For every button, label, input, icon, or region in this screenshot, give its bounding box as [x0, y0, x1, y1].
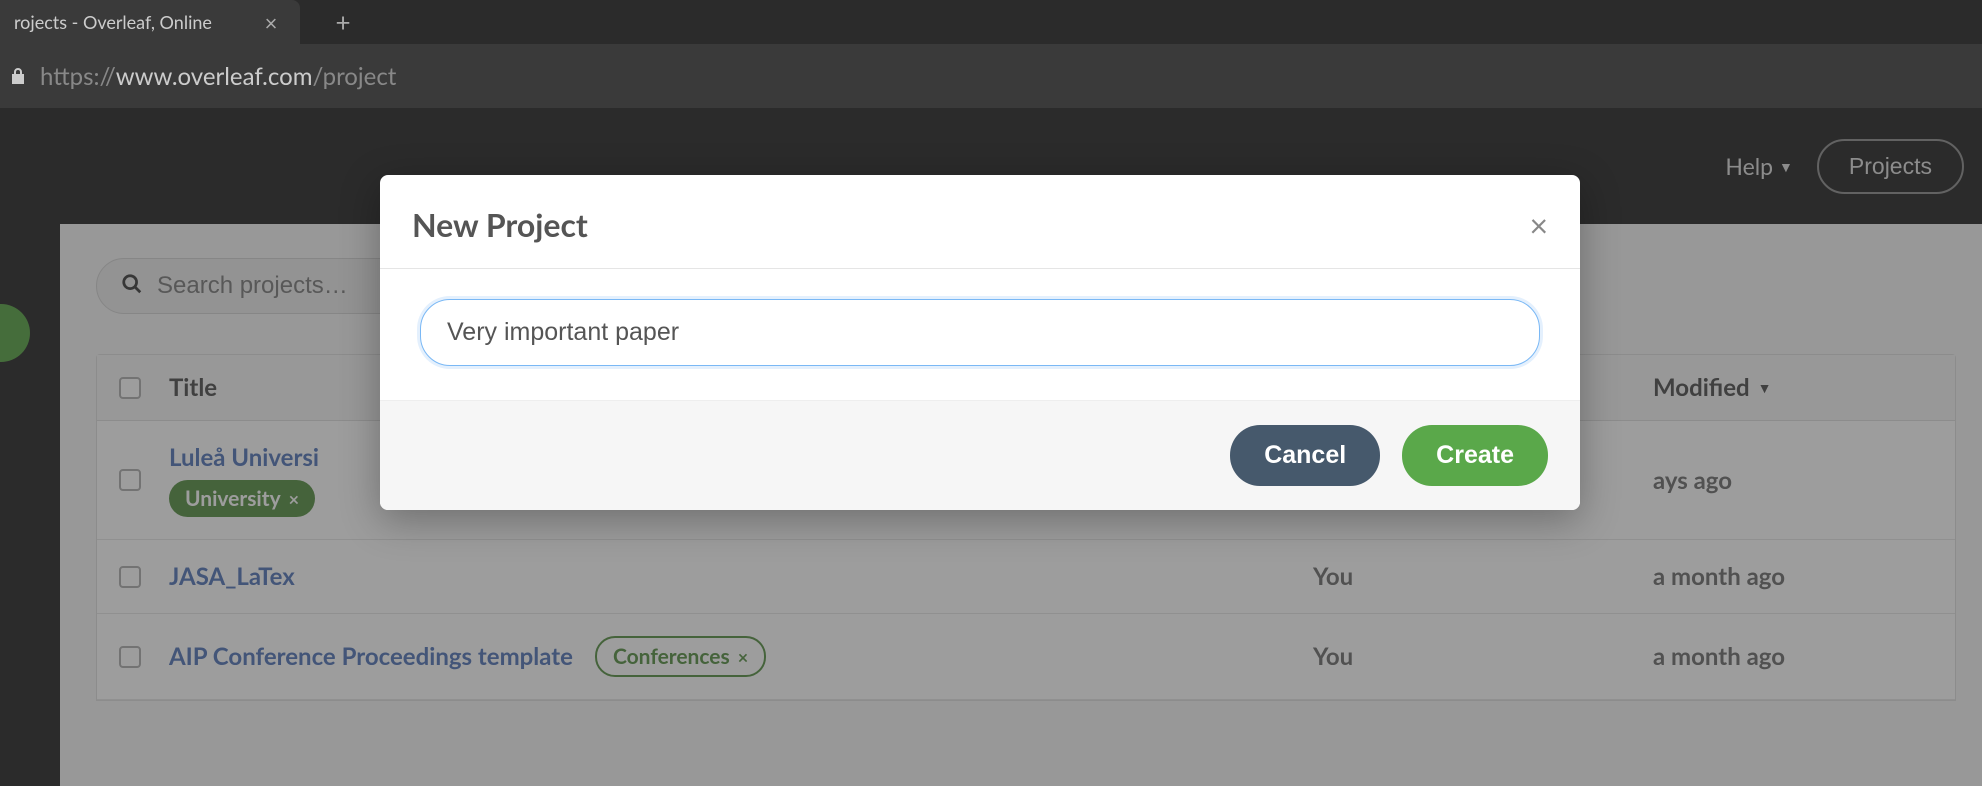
browser-tab[interactable]: rojects - Overleaf, Online × [0, 0, 300, 44]
browser-tab-strip: rojects - Overleaf, Online × + [0, 0, 1982, 44]
lock-icon [10, 67, 26, 85]
cancel-button[interactable]: Cancel [1230, 425, 1380, 486]
close-tab-icon[interactable]: × [260, 11, 282, 33]
modal-body [380, 269, 1580, 400]
new-tab-button[interactable]: + [330, 9, 356, 35]
create-button[interactable]: Create [1402, 425, 1548, 486]
modal-footer: Cancel Create [380, 400, 1580, 510]
modal-title: New Project [412, 205, 588, 244]
modal-header: New Project × [380, 175, 1580, 269]
close-icon[interactable]: × [1529, 209, 1548, 241]
new-project-modal: New Project × Cancel Create [380, 175, 1580, 510]
address-bar[interactable]: https://www.overleaf.com/project [0, 44, 1982, 108]
tab-title: rojects - Overleaf, Online [14, 11, 252, 33]
url: https://www.overleaf.com/project [40, 62, 396, 91]
project-name-input[interactable] [420, 299, 1540, 366]
